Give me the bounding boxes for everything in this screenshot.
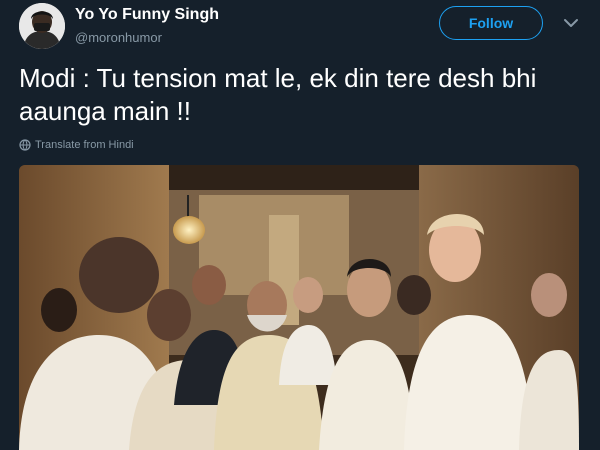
display-name[interactable]: Yo Yo Funny Singh bbox=[75, 6, 219, 24]
translate-link[interactable]: Translate from Hindi bbox=[19, 137, 134, 153]
chevron-down-icon[interactable] bbox=[562, 14, 580, 32]
photo-image bbox=[19, 165, 579, 450]
translate-label: Translate from Hindi bbox=[35, 139, 134, 151]
tweet-header: Yo Yo Funny Singh @moronhumor Follow bbox=[0, 0, 600, 60]
follow-button[interactable]: Follow bbox=[439, 6, 543, 40]
user-handle[interactable]: @moronhumor bbox=[75, 30, 162, 45]
tweet-photo[interactable] bbox=[19, 165, 579, 450]
avatar[interactable] bbox=[19, 3, 65, 49]
tweet-text: Modi : Tu tension mat le, ek din tere de… bbox=[19, 63, 537, 126]
avatar-image bbox=[19, 3, 65, 49]
globe-icon bbox=[19, 139, 31, 151]
